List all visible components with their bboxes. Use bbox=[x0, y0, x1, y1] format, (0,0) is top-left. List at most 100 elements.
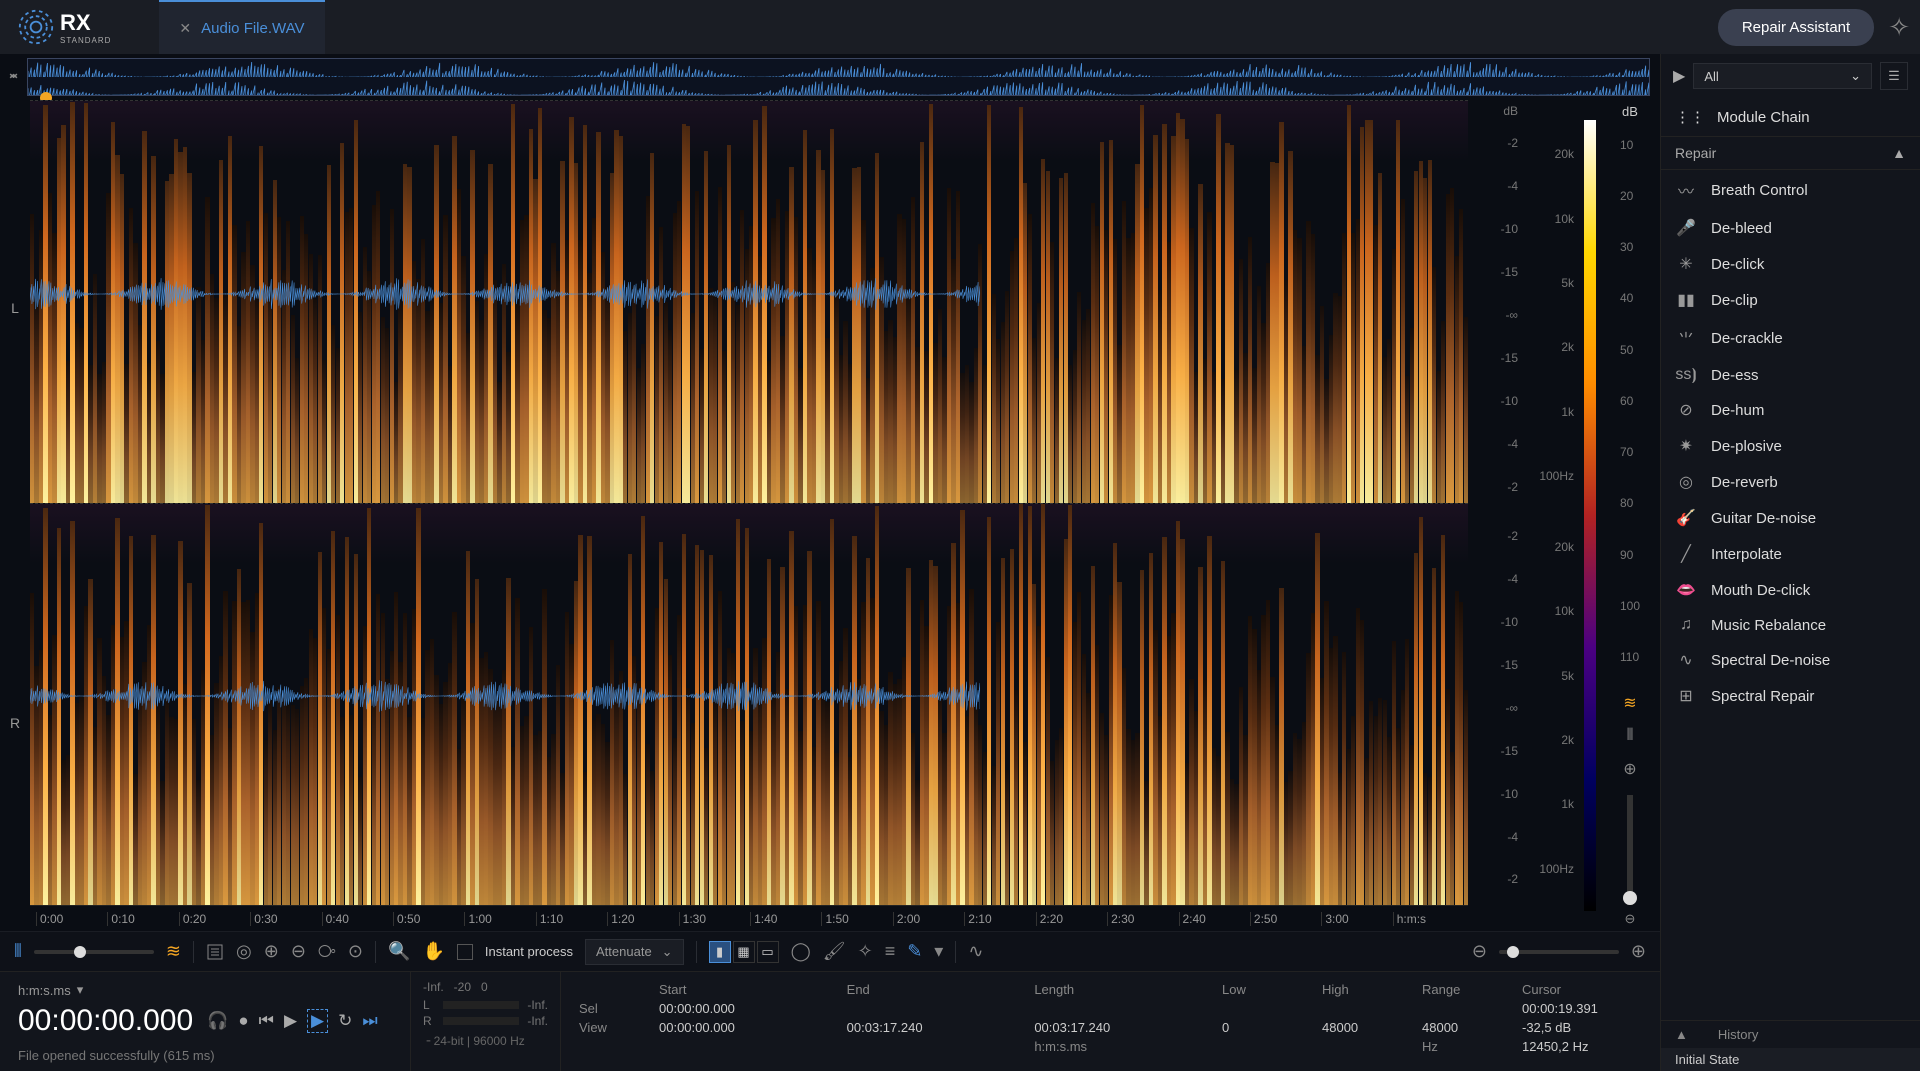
time-selection-icon[interactable]: ▮ bbox=[709, 941, 731, 963]
app-edition: STANDARD bbox=[60, 36, 111, 45]
module-icon: ss⦘ bbox=[1675, 366, 1697, 384]
rewind-button[interactable]: ⏮ bbox=[259, 1011, 274, 1031]
spectrogram-mode-icon[interactable]: ≋ bbox=[166, 941, 181, 962]
module-icon: ╱ bbox=[1675, 544, 1697, 564]
meter-gain-slider[interactable] bbox=[1627, 795, 1633, 905]
history-item[interactable]: Initial State bbox=[1661, 1048, 1920, 1071]
freq-selection-icon[interactable]: ▭ bbox=[757, 941, 779, 963]
module-de-plosive[interactable]: ✷De-plosive bbox=[1661, 428, 1920, 464]
module-de-hum[interactable]: ⊘De-hum bbox=[1661, 392, 1920, 428]
status-bar: h:m:s.ms▾ 00:00:00.000 🎧 ● ⏮ ▶ ▶ ↻ ⏭ bbox=[0, 971, 1660, 1071]
zoom-out-tool-icon[interactable]: ⊖ bbox=[291, 941, 306, 962]
chevron-down-icon: ⌄ bbox=[1850, 68, 1861, 84]
waveform-view-icon[interactable]: ≋ bbox=[1623, 693, 1636, 713]
channel-right-label: R bbox=[0, 516, 30, 932]
spectrogram-left[interactable] bbox=[30, 100, 1468, 503]
module-guitar-de-noise[interactable]: 🎸Guitar De-noise bbox=[1661, 500, 1920, 536]
module-interpolate[interactable]: ╱Interpolate bbox=[1661, 536, 1920, 572]
app-logo: RX STANDARD bbox=[10, 9, 119, 45]
skip-end-button[interactable]: ⏭ bbox=[362, 1011, 377, 1031]
hand-tool-icon[interactable]: ✋ bbox=[422, 941, 444, 962]
loop-button[interactable]: ↻ bbox=[338, 1011, 352, 1031]
module-icon: 🎤 bbox=[1675, 218, 1697, 238]
repair-assistant-button[interactable]: Repair Assistant bbox=[1718, 9, 1874, 46]
chevron-down-icon: ▾ bbox=[77, 982, 84, 998]
topbar: RX STANDARD ✕ Audio File.WAV Repair Assi… bbox=[0, 0, 1920, 54]
app-name: RX bbox=[60, 10, 111, 36]
file-tab[interactable]: ✕ Audio File.WAV bbox=[159, 0, 324, 54]
selection-mode-group: ▮ ▦ ▭ bbox=[709, 941, 779, 963]
toolbar: ⦀ ≋ ◎ ⊕ ⊖ ⧂ ⊙ 🔍 ✋ Instant process Attenu… bbox=[0, 931, 1660, 971]
module-de-clip[interactable]: ▮▮De-clip bbox=[1661, 282, 1920, 318]
headphones-icon[interactable]: 🎧 bbox=[207, 1011, 228, 1031]
timeline-ruler[interactable]: 0:000:100:200:300:400:501:001:101:201:30… bbox=[30, 905, 1468, 931]
meter-db-label: dB bbox=[1622, 104, 1638, 119]
overview-waveform[interactable]: ⌄⌃ bbox=[0, 54, 1660, 100]
lasso-tool-icon[interactable]: ◯ bbox=[791, 941, 811, 962]
instant-process-checkbox[interactable] bbox=[457, 944, 473, 960]
selection-menu-icon[interactable]: ▾ bbox=[934, 941, 943, 962]
waveform-mode-icon[interactable]: ⦀ bbox=[14, 941, 22, 962]
repair-section-header[interactable]: Repair ▲ bbox=[1661, 137, 1920, 170]
history-title: History bbox=[1718, 1027, 1758, 1042]
overview-wave-canvas[interactable] bbox=[27, 58, 1650, 96]
brush-tool-icon[interactable]: 🖌 bbox=[823, 941, 846, 962]
instant-process-mode-dropdown[interactable]: Attenuate ⌄ bbox=[585, 939, 684, 965]
horiz-zoom-in-icon[interactable]: ⊕ bbox=[1631, 941, 1646, 962]
module-de-ess[interactable]: ss⦘De-ess bbox=[1661, 358, 1920, 392]
close-tab-icon[interactable]: ✕ bbox=[179, 20, 191, 37]
markers-icon[interactable]: ◎ bbox=[236, 941, 252, 962]
amplitude-db-label: dB bbox=[1468, 104, 1524, 122]
zoom-out-icon[interactable]: ⊖ bbox=[1625, 911, 1636, 927]
module-chain-button[interactable]: ⋮⋮ Module Chain bbox=[1661, 98, 1920, 137]
deselect-icon[interactable]: ✎ bbox=[907, 941, 922, 962]
module-icon: ⊘ bbox=[1675, 400, 1697, 420]
zoom-fit-icon[interactable]: ⊙ bbox=[348, 941, 363, 962]
module-de-reverb[interactable]: ◎De-reverb bbox=[1661, 464, 1920, 500]
module-breath-control[interactable]: 〰Breath Control bbox=[1661, 170, 1920, 210]
history-collapse-icon[interactable]: ▲ bbox=[1675, 1027, 1688, 1042]
bars-view-icon[interactable]: ⦀ bbox=[1626, 727, 1633, 745]
level-meter: dB 102030405060708090100110 ≋ ⦀ ⊕ ⊖ bbox=[1600, 100, 1660, 931]
horiz-zoom-slider[interactable] bbox=[1499, 950, 1619, 954]
module-spectral-repair[interactable]: ⊞Spectral Repair bbox=[1661, 678, 1920, 714]
sidebar-menu-icon[interactable]: ☰ bbox=[1880, 62, 1908, 90]
module-mouth-de-click[interactable]: 👄Mouth De-click bbox=[1661, 572, 1920, 608]
module-icon: ♫ bbox=[1675, 616, 1697, 634]
wand-tool-icon[interactable]: ✧ bbox=[858, 941, 873, 962]
zoom-in-tool-icon[interactable]: ⊕ bbox=[264, 941, 279, 962]
zoom-selection-icon[interactable]: ⧂ bbox=[318, 941, 336, 962]
module-sidebar: ▶ All ⌄ ☰ ⋮⋮ Module Chain Repair ▲ 〰Brea… bbox=[1660, 54, 1920, 1071]
selection-readout: Start End Length Low High Range Cursor S… bbox=[560, 972, 1660, 1071]
spectrogram-right[interactable] bbox=[30, 503, 1468, 906]
curve-tool-icon[interactable]: ∿ bbox=[968, 941, 983, 962]
time-format-selector[interactable]: h:m:s.ms▾ bbox=[18, 982, 392, 998]
module-music-rebalance[interactable]: ♫Music Rebalance bbox=[1661, 608, 1920, 642]
overview-collapse-icon[interactable]: ⌄⌃ bbox=[6, 68, 21, 86]
play-button[interactable]: ▶ bbox=[284, 1011, 297, 1031]
module-de-bleed[interactable]: 🎤De-bleed bbox=[1661, 210, 1920, 246]
module-icon: 〰 bbox=[1675, 178, 1697, 202]
clip-gain-icon[interactable] bbox=[206, 943, 224, 961]
output-meters: -Inf.-200 L-Inf. R-Inf. ╶ 24-bit | 96000… bbox=[410, 972, 560, 1071]
harmonic-select-icon[interactable]: ≡ bbox=[885, 941, 896, 962]
module-spectral-de-noise[interactable]: ∿Spectral De-noise bbox=[1661, 642, 1920, 678]
record-button[interactable]: ● bbox=[238, 1011, 248, 1031]
zoom-in-icon[interactable]: ⊕ bbox=[1623, 759, 1636, 779]
chain-icon: ⋮⋮ bbox=[1675, 108, 1705, 126]
tab-filename: Audio File.WAV bbox=[201, 20, 304, 37]
search-icon[interactable]: 🔍 bbox=[388, 941, 410, 962]
module-de-click[interactable]: ✳De-click bbox=[1661, 246, 1920, 282]
history-panel: ▲ History Initial State bbox=[1661, 1020, 1920, 1071]
axis-scales: dB -2-4-10-15-∞-15-10-4-2 -2-4-10-15-∞-1… bbox=[1468, 100, 1660, 931]
module-icon: ⊞ bbox=[1675, 686, 1697, 706]
horiz-zoom-out-icon[interactable]: ⊖ bbox=[1472, 941, 1487, 962]
timefreq-selection-icon[interactable]: ▦ bbox=[733, 941, 755, 963]
play-selection-button[interactable]: ▶ bbox=[307, 1009, 328, 1033]
blend-slider[interactable] bbox=[34, 950, 154, 954]
wand-icon[interactable]: ✧ bbox=[1888, 12, 1910, 43]
preview-play-icon[interactable]: ▶ bbox=[1673, 66, 1685, 86]
module-icon: ⺌ bbox=[1675, 326, 1697, 350]
module-filter-dropdown[interactable]: All ⌄ bbox=[1693, 63, 1872, 89]
module-de-crackle[interactable]: ⺌De-crackle bbox=[1661, 318, 1920, 358]
